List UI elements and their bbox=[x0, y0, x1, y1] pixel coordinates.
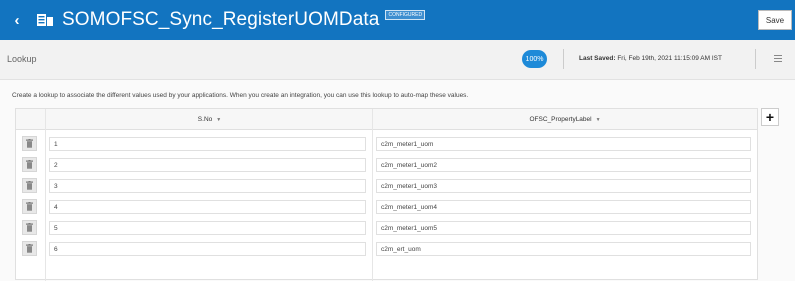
lookup-description: Create a lookup to associate the differe… bbox=[12, 92, 469, 99]
property-label-input[interactable]: c2m_meter1_uom5 bbox=[376, 221, 751, 235]
last-saved-value: Fri, Feb 19th, 2021 11:15:09 AM IST bbox=[617, 55, 722, 62]
sno-input[interactable]: 3 bbox=[49, 179, 366, 193]
page-title: SOMOFSC_Sync_RegisterUOMData bbox=[62, 9, 380, 30]
column-label: S.No bbox=[197, 116, 213, 123]
trash-icon[interactable] bbox=[22, 241, 37, 256]
table-row: 6 c2m_ert_uom bbox=[16, 239, 757, 260]
property-label-input[interactable]: c2m_meter1_uom bbox=[376, 137, 751, 151]
column-header-sno[interactable]: S.No ▼ bbox=[46, 109, 373, 130]
lookup-table-icon bbox=[36, 13, 54, 27]
property-label-input[interactable]: c2m_ert_uom bbox=[376, 242, 751, 256]
save-button[interactable]: Save bbox=[758, 10, 792, 30]
trash-icon[interactable] bbox=[22, 136, 37, 151]
property-label-input[interactable]: c2m_meter1_uom4 bbox=[376, 200, 751, 214]
caret-down-icon[interactable]: ▼ bbox=[216, 117, 221, 123]
chevron-left-icon[interactable]: ‹ bbox=[4, 12, 30, 29]
progress-badge: 100% bbox=[522, 50, 547, 68]
sno-input[interactable]: 2 bbox=[49, 158, 366, 172]
trash-icon[interactable] bbox=[22, 220, 37, 235]
sno-input[interactable]: 1 bbox=[49, 137, 366, 151]
top-bar: ‹ SOMOFSC_Sync_RegisterUOMData CONFIGURE… bbox=[0, 0, 795, 40]
column-label: OFSC_PropertyLabel bbox=[529, 116, 592, 123]
caret-down-icon[interactable]: ▼ bbox=[596, 117, 601, 123]
sno-input[interactable]: 6 bbox=[49, 242, 366, 256]
table-row: 3 c2m_meter1_uom3 bbox=[16, 176, 757, 197]
divider bbox=[563, 49, 564, 69]
trash-icon[interactable] bbox=[22, 178, 37, 193]
table-row: 4 c2m_meter1_uom4 bbox=[16, 197, 757, 218]
trash-icon[interactable] bbox=[22, 199, 37, 214]
table-row: 2 c2m_meter1_uom2 bbox=[16, 155, 757, 176]
divider bbox=[755, 49, 756, 69]
hamburger-menu-icon[interactable] bbox=[774, 55, 782, 63]
table-row: 5 c2m_meter1_uom5 bbox=[16, 218, 757, 239]
sno-input[interactable]: 4 bbox=[49, 200, 366, 214]
column-header-property-label[interactable]: OFSC_PropertyLabel ▼ bbox=[373, 109, 757, 130]
trash-icon[interactable] bbox=[22, 157, 37, 172]
property-label-input[interactable]: c2m_meter1_uom2 bbox=[376, 158, 751, 172]
lookup-table: S.No ▼ OFSC_PropertyLabel ▼ 1 c2m_meter1… bbox=[15, 108, 758, 281]
status-badge: CONFIGURED bbox=[385, 10, 426, 20]
table-row: 1 c2m_meter1_uom bbox=[16, 134, 757, 155]
table-header: S.No ▼ OFSC_PropertyLabel ▼ bbox=[16, 109, 757, 130]
section-title: Lookup bbox=[7, 54, 37, 64]
plus-icon[interactable]: + bbox=[761, 108, 779, 126]
sno-input[interactable]: 5 bbox=[49, 221, 366, 235]
last-saved-label: Last Saved: bbox=[579, 55, 616, 62]
sub-header: Lookup 100% Last Saved: Fri, Feb 19th, 2… bbox=[0, 40, 795, 80]
property-label-input[interactable]: c2m_meter1_uom3 bbox=[376, 179, 751, 193]
last-saved-info: Last Saved: Fri, Feb 19th, 2021 11:15:09… bbox=[579, 55, 722, 62]
